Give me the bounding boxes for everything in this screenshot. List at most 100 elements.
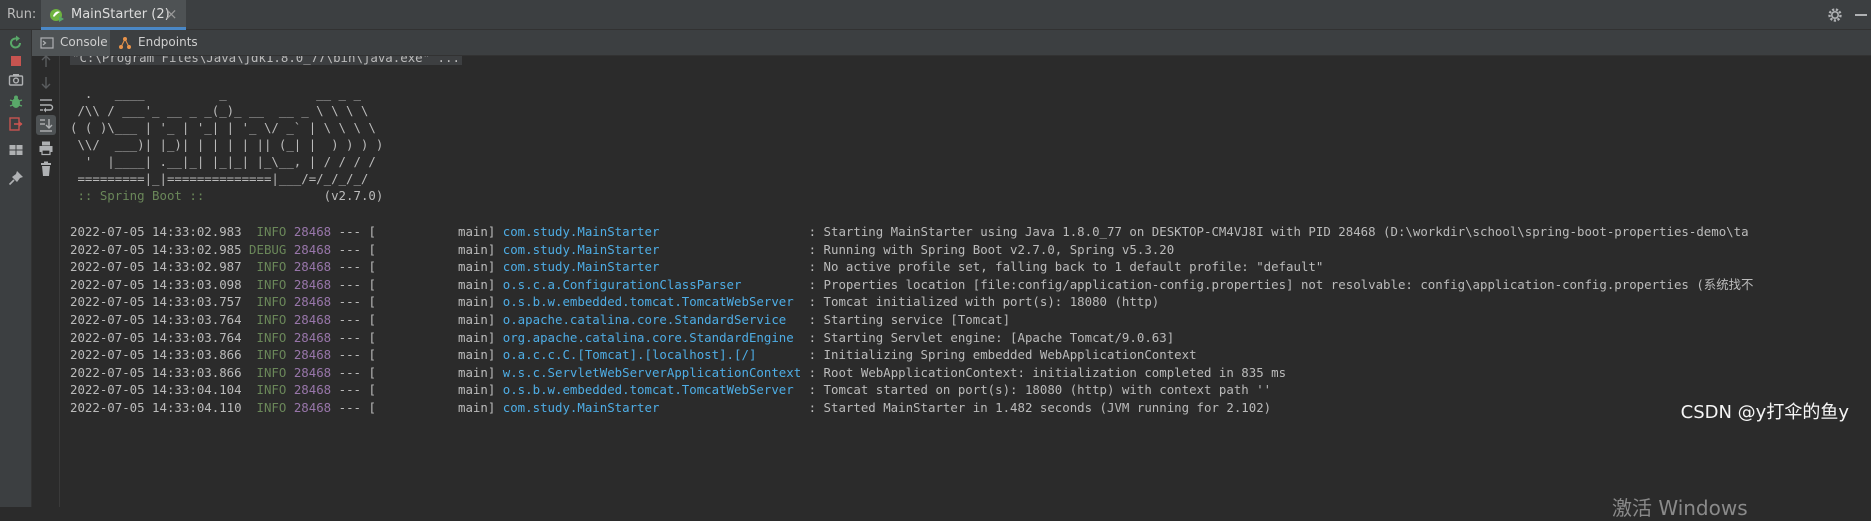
log-logger: com.study.MainStarter (502, 224, 660, 239)
log-logger: o.s.b.w.embedded.tomcat.TomcatWebServer (502, 382, 794, 398)
log-line: 2022-07-05 14:33:03.098 INFO 28468 --- [… (70, 276, 1753, 294)
banner-line: \\/ ___)| |_)| | | | | || (_| | ) ) ) ) (70, 137, 384, 152)
log-level: DEBUG (249, 241, 287, 257)
close-icon[interactable]: × (165, 5, 178, 23)
log-logger: o.apache.catalina.core.StandardService (502, 312, 787, 327)
rerun-button[interactable] (6, 33, 26, 53)
trash-icon (41, 161, 51, 176)
log-thread: main] (457, 400, 496, 415)
log-timestamp: 2022-07-05 14:33:02.987 (70, 259, 242, 275)
gear-icon[interactable] (1826, 6, 1844, 24)
previous-occurrence-button[interactable] (36, 51, 56, 71)
log-thread: main] (457, 241, 496, 257)
run-tool-window-header: Run: MainStarter (2) × (0, 0, 1871, 30)
clear-all-button[interactable] (36, 159, 56, 179)
banner-line: ( ( )\___ | '_ | '_| | '_ \/ _` | \ \ \ … (70, 120, 376, 135)
log-logger: com.study.MainStarter (502, 400, 660, 415)
log-pid: 28468 (293, 312, 332, 327)
log-pid: 28468 (293, 241, 332, 257)
tab-console-label: Console (60, 35, 108, 49)
tab-endpoints[interactable]: Endpoints (110, 30, 210, 56)
spring-boot-version: (v2.7.0) (323, 188, 384, 203)
rerun-icon (10, 35, 21, 49)
log-message: : Running with Spring Boot v2.7.0, Sprin… (808, 241, 1175, 257)
print-icon (39, 141, 53, 156)
log-level: INFO (249, 364, 287, 380)
spring-boot-version-line: :: Spring Boot :: (v2.7.0) (70, 187, 383, 205)
log-message: : Starting Servlet engine: [Apache Tomca… (808, 329, 1175, 345)
log-timestamp: 2022-07-05 14:33:04.110 (70, 400, 242, 415)
exit-icon (9, 117, 23, 131)
log-separator: --- [ (338, 364, 376, 380)
tab-mainstarter[interactable]: MainStarter (2) × (41, 0, 186, 30)
log-logger: com.study.MainStarter (502, 241, 660, 257)
scroll-to-end-button[interactable] (36, 115, 56, 135)
log-message: : No active profile set, falling back to… (808, 259, 1324, 275)
log-thread: main] (457, 312, 496, 327)
minimize-icon[interactable] (1852, 6, 1870, 24)
log-line: 2022-07-05 14:33:03.866 INFO 28468 --- [… (70, 364, 1286, 382)
log-timestamp: 2022-07-05 14:33:04.104 (70, 382, 242, 398)
log-line: 2022-07-05 14:33:04.110 INFO 28468 --- [… (70, 399, 1271, 417)
banner-line: ' |____| .__|_| |_|_| |_\__, | / / / / (70, 154, 376, 169)
log-pid: 28468 (293, 347, 332, 363)
log-line: 2022-07-05 14:33:04.104 INFO 28468 --- [… (70, 381, 1271, 399)
arrow-down-icon (41, 77, 51, 89)
debug-button[interactable] (6, 92, 26, 112)
log-line: 2022-07-05 14:33:02.983 INFO 28468 --- [… (70, 223, 1749, 241)
log-thread: main] (457, 347, 496, 363)
log-timestamp: 2022-07-05 14:33:03.757 (70, 294, 242, 310)
log-level: INFO (249, 347, 287, 363)
log-line: 2022-07-05 14:33:02.987 INFO 28468 --- [… (70, 258, 1323, 276)
log-level: INFO (249, 400, 287, 415)
log-level: INFO (249, 224, 287, 239)
banner-line: =========|_|==============|___/=/_/_/_/ (70, 171, 369, 186)
log-separator: --- [ (338, 347, 376, 363)
log-pid: 28468 (293, 259, 332, 275)
pin-icon (8, 171, 23, 186)
log-message: : Started MainStarter in 1.482 seconds (… (808, 400, 1272, 415)
log-timestamp: 2022-07-05 14:33:03.098 (70, 276, 242, 292)
log-message: : Tomcat started on port(s): 18080 (http… (808, 382, 1272, 398)
log-thread: main] (457, 364, 496, 380)
pin-tab-button[interactable] (6, 168, 26, 188)
log-line: 2022-07-05 14:33:03.866 INFO 28468 --- [… (70, 346, 1197, 364)
log-level: INFO (249, 294, 287, 310)
log-message: : Starting MainStarter using Java 1.8.0_… (808, 224, 1749, 239)
log-pid: 28468 (293, 224, 332, 239)
log-logger: o.s.b.w.embedded.tomcat.TomcatWebServer (502, 294, 794, 310)
camera-icon (8, 74, 24, 86)
next-occurrence-button[interactable] (36, 73, 56, 93)
spring-run-icon (50, 9, 64, 22)
layout-button[interactable] (6, 140, 26, 160)
console-output[interactable]: "C:\Program Files\Java\jdk1.8.0_77\bin\j… (62, 56, 1871, 507)
exit-button[interactable] (6, 114, 26, 134)
print-button[interactable] (36, 138, 56, 158)
soft-wrap-button[interactable] (36, 95, 56, 115)
dump-threads-button[interactable] (6, 70, 26, 90)
log-separator: --- [ (338, 224, 376, 239)
endpoints-icon (119, 37, 131, 49)
console-icon (40, 37, 54, 49)
log-level: INFO (249, 259, 287, 275)
tab-label: MainStarter (2) (71, 7, 170, 22)
log-message: : Initializing Spring embedded WebApplic… (808, 347, 1197, 363)
log-separator: --- [ (338, 276, 376, 292)
log-line: 2022-07-05 14:33:02.985 DEBUG 28468 --- … (70, 241, 1174, 259)
log-logger: o.s.c.a.ConfigurationClassParser (502, 276, 742, 292)
log-thread: main] (457, 329, 496, 345)
log-separator: --- [ (338, 294, 376, 310)
log-message: : Starting service [Tomcat] (808, 312, 1011, 327)
log-thread: main] (457, 259, 496, 275)
log-separator: --- [ (338, 382, 376, 398)
log-separator: --- [ (338, 400, 376, 415)
log-logger: o.a.c.c.C.[Tomcat].[localhost].[/] (502, 347, 757, 363)
tab-endpoints-label: Endpoints (138, 35, 198, 49)
banner-line: . ____ _ __ _ _ (70, 86, 361, 101)
log-separator: --- [ (338, 259, 376, 275)
console-actions-toolbar (32, 55, 60, 507)
log-timestamp: 2022-07-05 14:33:03.764 (70, 312, 242, 327)
stop-button[interactable] (6, 51, 26, 71)
spring-boot-label: :: Spring Boot :: (70, 188, 205, 203)
log-message: : Tomcat initialized with port(s): 18080… (808, 294, 1160, 310)
